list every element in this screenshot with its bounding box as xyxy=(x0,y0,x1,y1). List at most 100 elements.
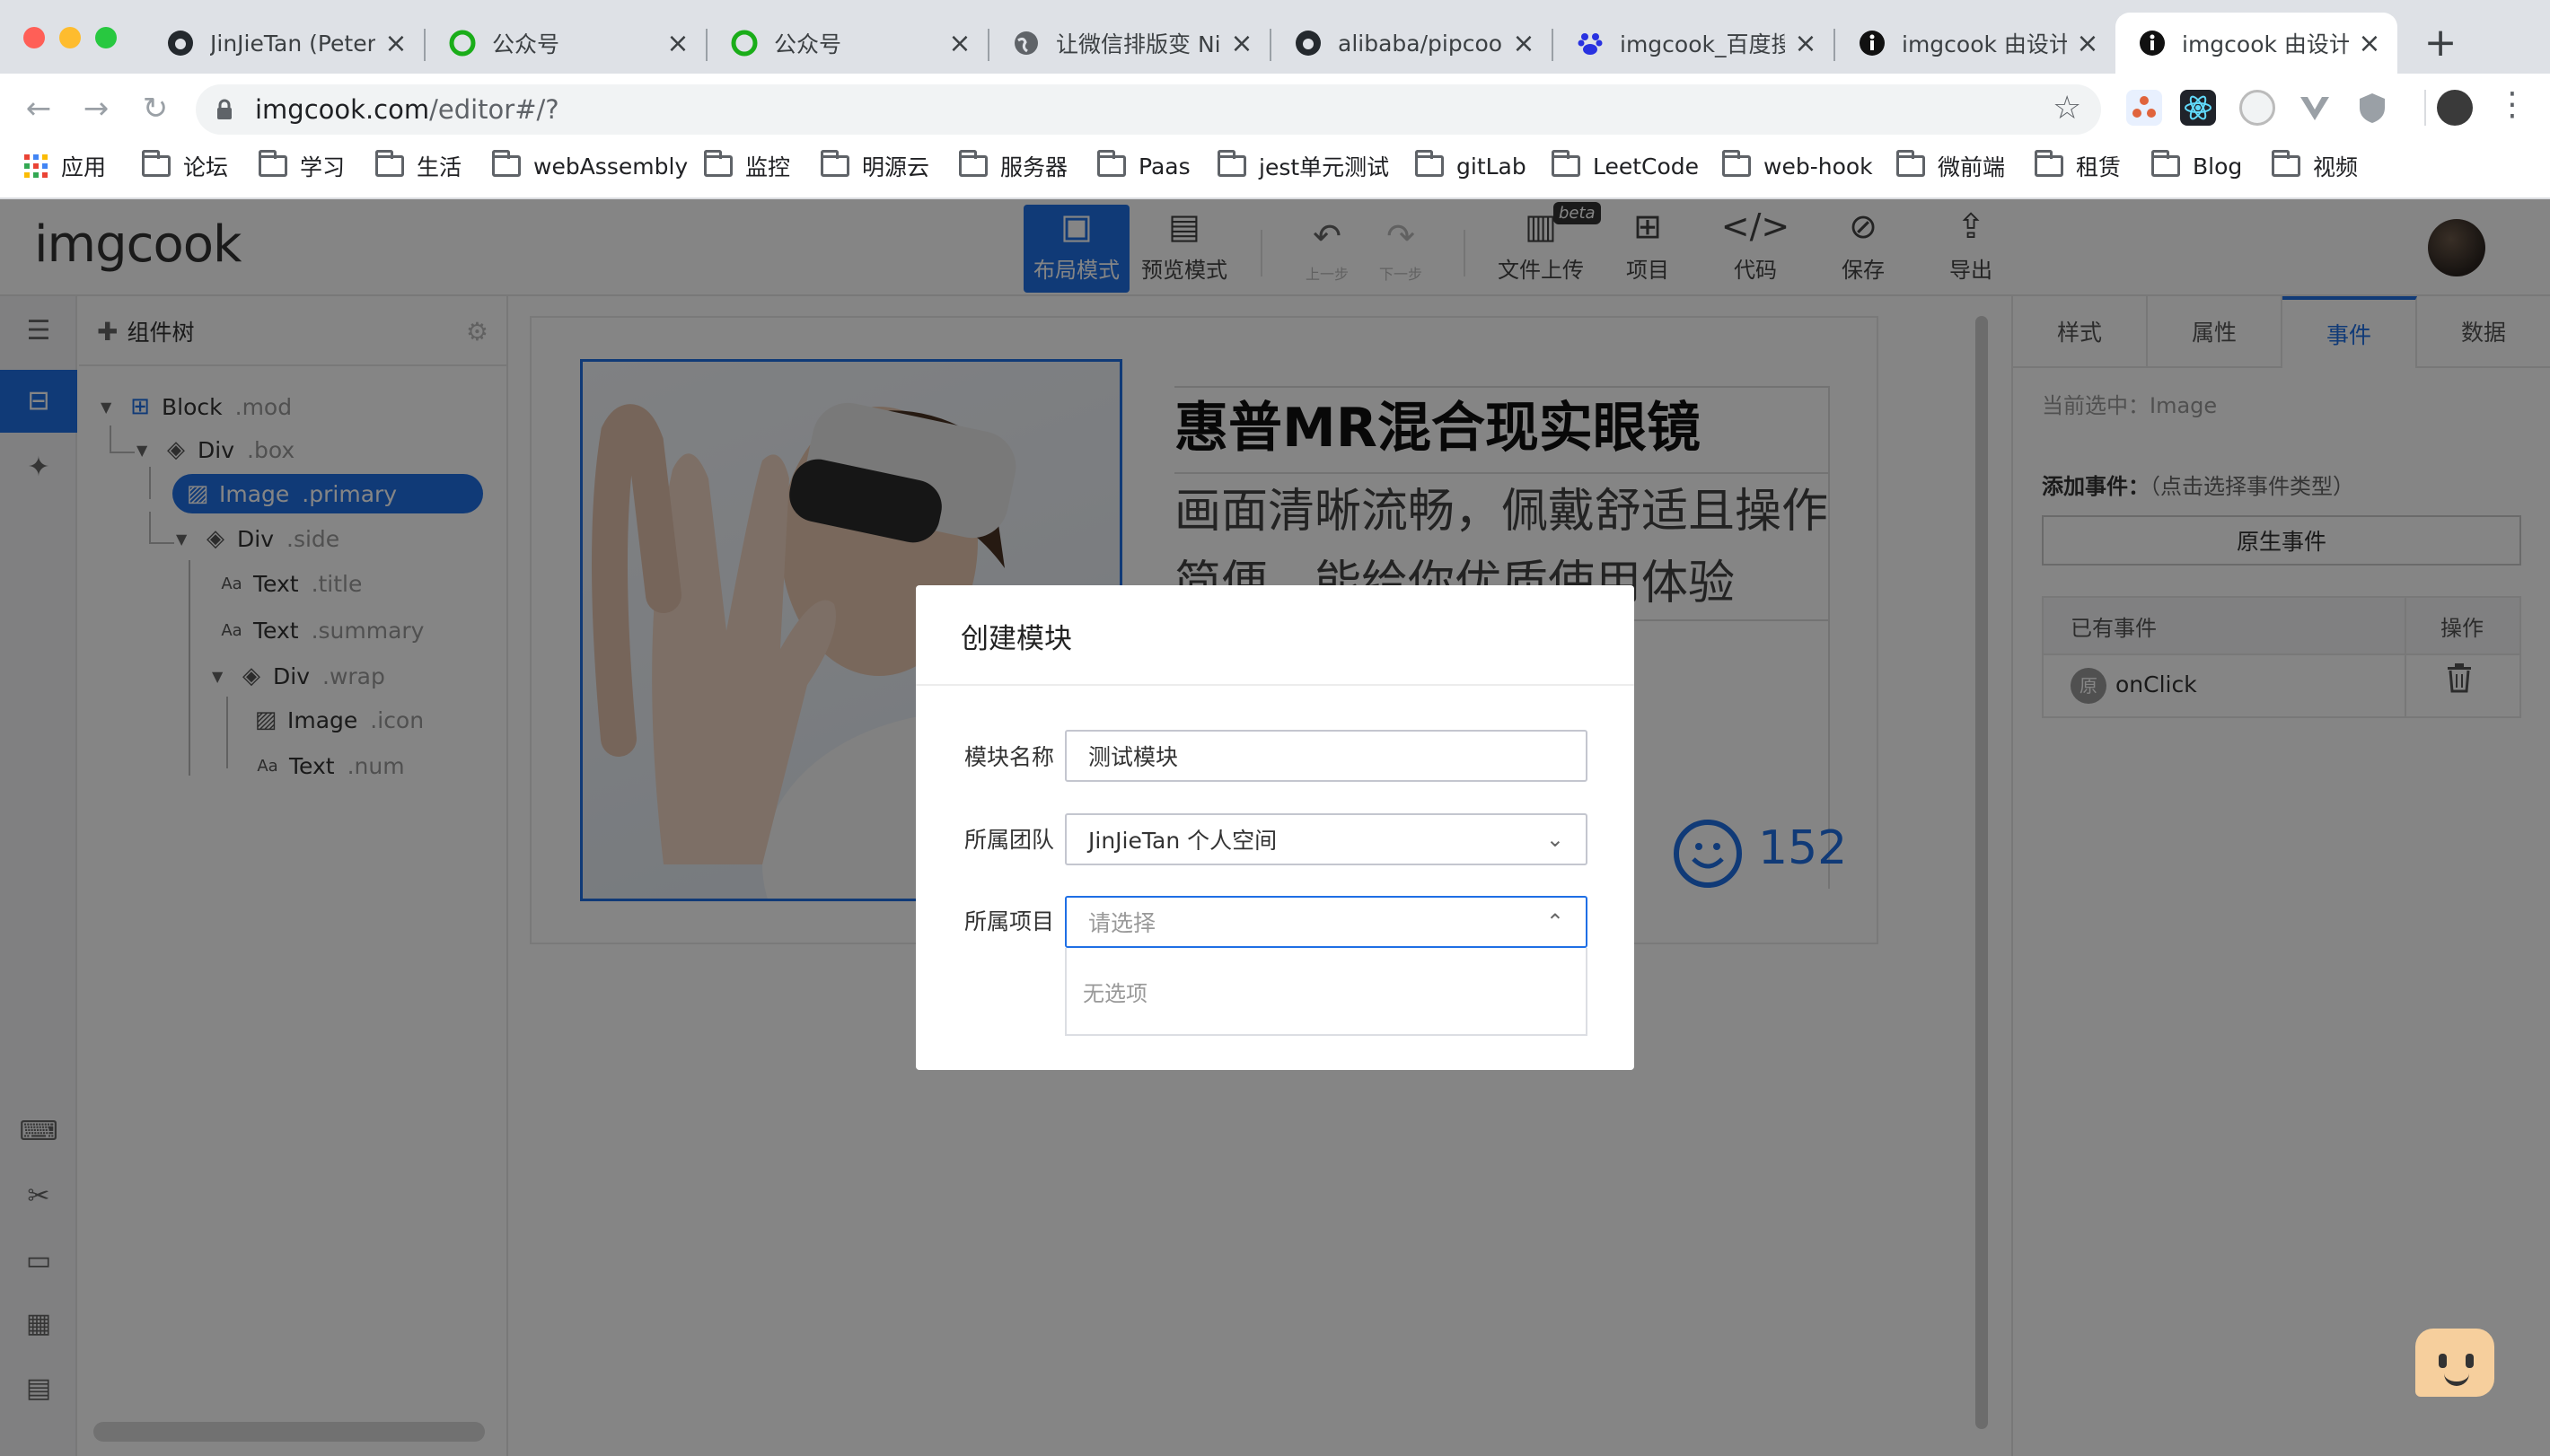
module-name-input[interactable]: 测试模块 xyxy=(1065,730,1587,782)
folder-icon xyxy=(959,150,988,177)
bookmark-folder[interactable]: 论坛 xyxy=(142,148,228,184)
bookmark-folder[interactable]: 学习 xyxy=(259,148,345,184)
bookmark-folder[interactable]: 生活 xyxy=(375,148,462,184)
bookmark-label: web-hook xyxy=(1763,153,1873,180)
tab-label: imgcook_百度搜 xyxy=(1620,31,1785,57)
bookmark-folder[interactable]: 租赁 xyxy=(2035,148,2121,184)
extension-icon[interactable] xyxy=(2126,90,2162,126)
folder-icon xyxy=(1097,150,1126,177)
tab-label: 公众号 xyxy=(492,31,560,57)
bookmark-label: 生活 xyxy=(417,154,462,180)
bookmark-folder[interactable]: gitLab xyxy=(1415,148,1526,184)
forward-icon[interactable]: → xyxy=(74,86,119,131)
bookmark-label: 应用 xyxy=(61,154,107,180)
bookmark-folder[interactable]: 明源云 xyxy=(821,148,929,184)
bookmark-label: Paas xyxy=(1139,153,1191,180)
bookmark-label: 监控 xyxy=(745,154,791,180)
browser-tab[interactable]: imgcook 由设计 × xyxy=(1835,13,2115,74)
tab-label: imgcook 由设计 xyxy=(1902,31,2067,57)
folder-icon xyxy=(2151,150,2180,177)
url-host: imgcook.com xyxy=(255,94,430,125)
chevron-up-icon: ⌃ xyxy=(1545,909,1564,934)
bookmark-folder[interactable]: LeetCode xyxy=(1552,148,1699,184)
project-label: 所属项目 xyxy=(964,908,1055,934)
browser-tab[interactable]: JinJieTan (Peter) × xyxy=(144,13,424,74)
bookmark-folder[interactable]: webAssembly xyxy=(492,148,688,184)
folder-icon xyxy=(704,150,733,177)
bookmark-apps[interactable]: 应用 xyxy=(23,148,106,184)
lock-icon[interactable] xyxy=(215,99,233,120)
browser-tab[interactable]: alibaba/pipcook × xyxy=(1271,13,1552,74)
folder-icon xyxy=(821,150,849,177)
url-text[interactable]: imgcook.com/editor#/? xyxy=(255,88,559,131)
bookmark-star-icon[interactable]: ☆ xyxy=(2053,90,2081,127)
bookmark-folder[interactable]: 监控 xyxy=(704,148,790,184)
bookmark-folder[interactable]: Blog xyxy=(2151,148,2242,184)
folder-icon xyxy=(1218,150,1246,177)
bookmark-label: 学习 xyxy=(300,154,346,180)
browser-tab-active[interactable]: imgcook 由设计 × xyxy=(2115,13,2397,74)
bookmark-label: jest单元测试 xyxy=(1259,154,1390,180)
team-select[interactable]: JinJieTan 个人空间 ⌄ xyxy=(1065,813,1587,865)
globe-icon xyxy=(1011,28,1042,58)
bot-eye xyxy=(2466,1354,2474,1368)
bookmark-label: webAssembly xyxy=(533,153,689,180)
module-name-value: 测试模块 xyxy=(1088,744,1179,770)
close-tab-icon[interactable]: × xyxy=(382,28,409,59)
info-icon xyxy=(2137,28,2168,58)
more-menu-icon[interactable]: ⋮ xyxy=(2496,86,2528,123)
bookmark-folder[interactable]: jest单元测试 xyxy=(1218,148,1389,184)
close-tab-icon[interactable]: × xyxy=(1228,28,1255,59)
browser-tab[interactable]: 公众号 × xyxy=(426,13,706,74)
no-options-text: 无选项 xyxy=(1083,980,1148,1006)
bookmark-label: 明源云 xyxy=(862,154,930,180)
reload-icon[interactable]: ↻ xyxy=(133,86,178,131)
toolbar-divider xyxy=(2424,90,2426,126)
profile-avatar[interactable] xyxy=(2437,90,2473,126)
new-tab-button[interactable]: + xyxy=(2415,18,2466,68)
browser-tab[interactable]: imgcook_百度搜 × xyxy=(1553,13,1833,74)
folder-icon xyxy=(2272,150,2300,177)
url-path: /editor#/? xyxy=(429,94,559,125)
baidu-icon xyxy=(1575,28,1605,58)
bookmark-folder[interactable]: 微前端 xyxy=(1896,148,2005,184)
minimize-window-button[interactable] xyxy=(59,27,81,48)
close-tab-icon[interactable]: × xyxy=(1510,28,1537,59)
close-tab-icon[interactable]: × xyxy=(2356,28,2383,59)
bookmark-label: 微前端 xyxy=(1938,154,2006,180)
dialog-title: 创建模块 xyxy=(961,623,1072,655)
extension-icon[interactable] xyxy=(2239,90,2275,126)
folder-icon xyxy=(492,150,521,177)
bookmark-folder[interactable]: Paas xyxy=(1097,148,1191,184)
shield-icon[interactable] xyxy=(2354,90,2390,126)
browser-tab[interactable]: 公众号 × xyxy=(708,13,988,74)
close-tab-icon[interactable]: × xyxy=(664,28,691,59)
bookmark-folder[interactable]: 视频 xyxy=(2272,148,2358,184)
bookmark-label: LeetCode xyxy=(1593,153,1700,180)
bookmark-folder[interactable]: 服务器 xyxy=(959,148,1068,184)
chevron-down-icon: ⌄ xyxy=(1545,827,1564,852)
close-tab-icon[interactable]: × xyxy=(946,28,973,59)
info-icon xyxy=(1857,28,1887,58)
tab-label: alibaba/pipcook xyxy=(1338,30,1503,57)
folder-icon xyxy=(259,150,287,177)
bookmark-label: 论坛 xyxy=(183,154,229,180)
project-dropdown-menu: 无选项 xyxy=(1065,948,1587,1036)
close-tab-icon[interactable]: × xyxy=(2074,28,2101,59)
project-select[interactable]: 请选择 ⌃ xyxy=(1065,896,1587,948)
browser-tab[interactable]: 让微信排版变 Ni × xyxy=(989,13,1270,74)
folder-icon xyxy=(1722,150,1751,177)
close-window-button[interactable] xyxy=(23,27,45,48)
react-devtools-icon[interactable] xyxy=(2180,90,2216,126)
tab-label: 公众号 xyxy=(774,31,842,57)
bookmark-folder[interactable]: web-hook xyxy=(1722,148,1873,184)
close-tab-icon[interactable]: × xyxy=(1792,28,1819,59)
folder-icon xyxy=(1552,150,1580,177)
back-icon[interactable]: ← xyxy=(16,86,61,131)
module-name-label: 模块名称 xyxy=(964,744,1055,770)
bookmark-label: 视频 xyxy=(2313,154,2359,180)
help-bot-button[interactable] xyxy=(2415,1329,2494,1397)
maximize-window-button[interactable] xyxy=(95,27,117,48)
project-placeholder: 请选择 xyxy=(1088,910,1156,936)
vue-devtools-icon[interactable] xyxy=(2297,90,2333,126)
